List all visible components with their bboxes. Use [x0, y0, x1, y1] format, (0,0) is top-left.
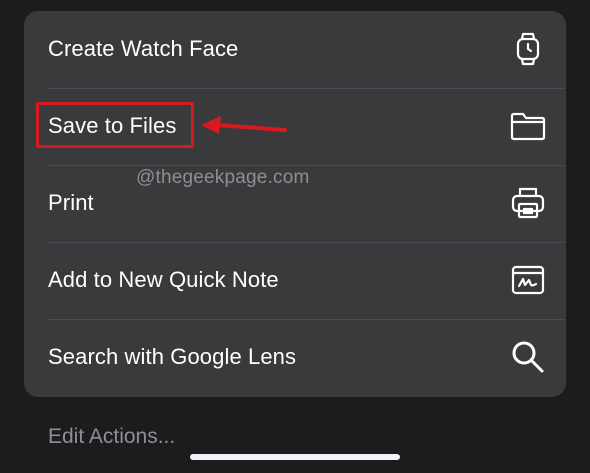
action-label: Create Watch Face: [48, 36, 239, 61]
action-add-to-new-quick-note[interactable]: Add to New Quick Note: [24, 242, 566, 318]
annotation-highlight-box: [36, 102, 194, 148]
action-label: Search with Google Lens: [48, 344, 297, 369]
watch-icon: [508, 29, 548, 69]
action-search-with-google-lens[interactable]: Search with Google Lens: [24, 319, 566, 395]
quick-note-icon: [508, 260, 548, 300]
home-indicator[interactable]: [190, 454, 400, 460]
share-actions-sheet: Create Watch Face Save to Files Print Ad…: [24, 11, 566, 397]
watermark-text: @thegeekpage.com: [136, 167, 310, 188]
printer-icon: [508, 183, 548, 223]
action-label: Add to New Quick Note: [48, 267, 279, 292]
action-label: Print: [48, 190, 94, 215]
action-create-watch-face[interactable]: Create Watch Face: [24, 11, 566, 87]
search-icon: [508, 337, 548, 377]
action-save-to-files[interactable]: Save to Files: [24, 88, 566, 164]
folder-icon: [508, 106, 548, 146]
edit-actions-link[interactable]: Edit Actions...: [48, 425, 175, 449]
annotation-arrow-icon: [201, 116, 287, 134]
